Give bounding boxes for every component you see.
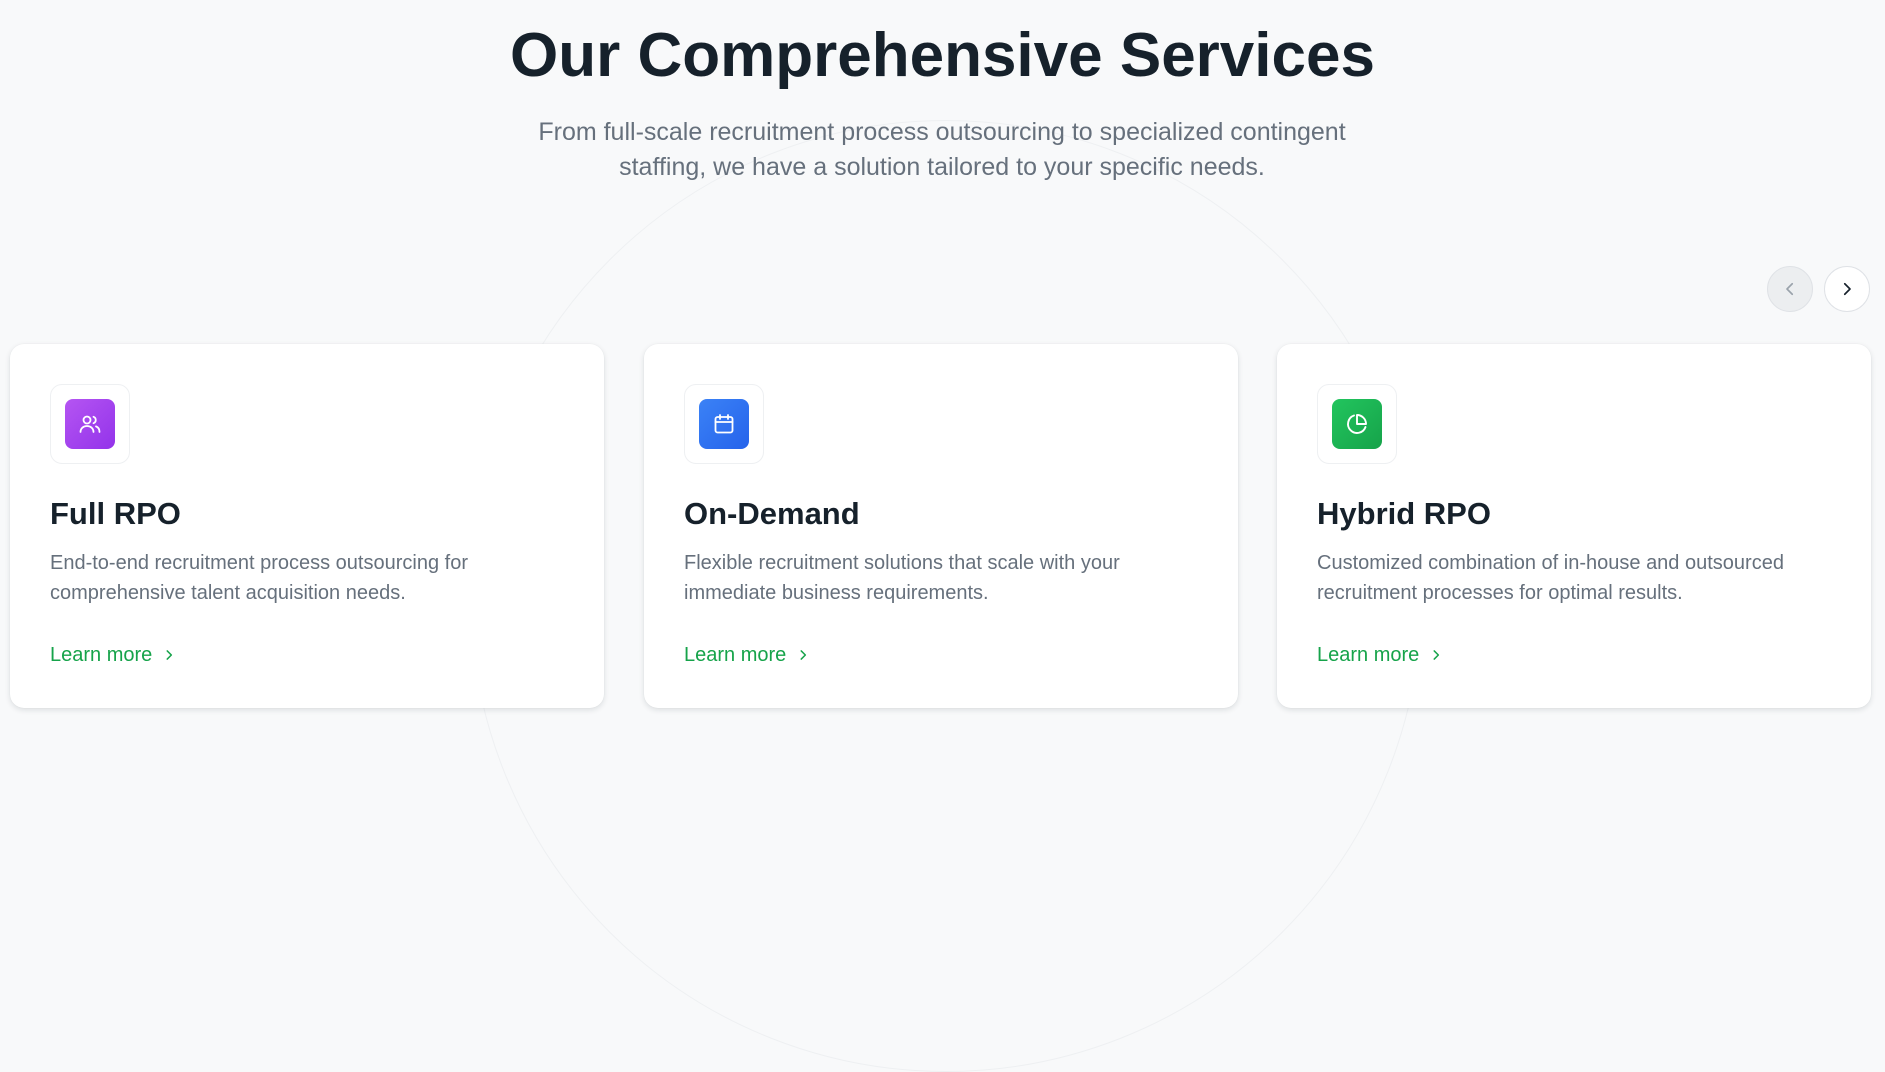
icon-tile xyxy=(1332,399,1382,449)
icon-container xyxy=(50,384,130,464)
card-description: Customized combination of in-house and o… xyxy=(1317,552,1784,604)
chevron-right-icon xyxy=(1843,282,1851,296)
learn-more-label: Learn more xyxy=(684,644,787,666)
section-title: Our Comprehensive Services xyxy=(510,21,1375,90)
card-description: Flexible recruitment solutions that scal… xyxy=(684,552,1120,604)
icon-container xyxy=(1317,384,1397,464)
learn-more-link[interactable]: Learn more xyxy=(684,640,810,670)
service-card-hybrid-rpo: Hybrid RPO Customized combination of in-… xyxy=(1277,344,1871,708)
learn-more-link[interactable]: Learn more xyxy=(1317,640,1443,670)
icon-tile xyxy=(699,399,749,449)
chevron-right-icon xyxy=(162,648,176,662)
section-subtitle: From full-scale recruitment process outs… xyxy=(538,118,1346,181)
carousel-next-button[interactable] xyxy=(1824,266,1870,312)
learn-more-label: Learn more xyxy=(50,644,153,666)
learn-more-label: Learn more xyxy=(1317,644,1420,666)
service-card-on-demand: On-Demand Flexible recruitment solutions… xyxy=(644,344,1238,708)
chevron-right-icon xyxy=(1429,648,1443,662)
card-title: On-Demand xyxy=(684,496,860,531)
service-card-full-rpo: Full RPO End-to-end recruitment process … xyxy=(10,344,604,708)
chevron-left-icon xyxy=(1786,282,1794,296)
card-title: Hybrid RPO xyxy=(1317,496,1491,531)
pie-chart-icon xyxy=(1347,414,1367,434)
carousel-prev-button[interactable] xyxy=(1767,266,1813,312)
calendar-icon xyxy=(714,414,734,434)
learn-more-link[interactable]: Learn more xyxy=(50,640,176,670)
users-icon xyxy=(79,415,101,433)
chevron-right-icon xyxy=(796,648,810,662)
icon-container xyxy=(684,384,764,464)
icon-tile xyxy=(65,399,115,449)
card-title: Full RPO xyxy=(50,496,181,531)
card-description: End-to-end recruitment process outsourci… xyxy=(50,552,468,604)
